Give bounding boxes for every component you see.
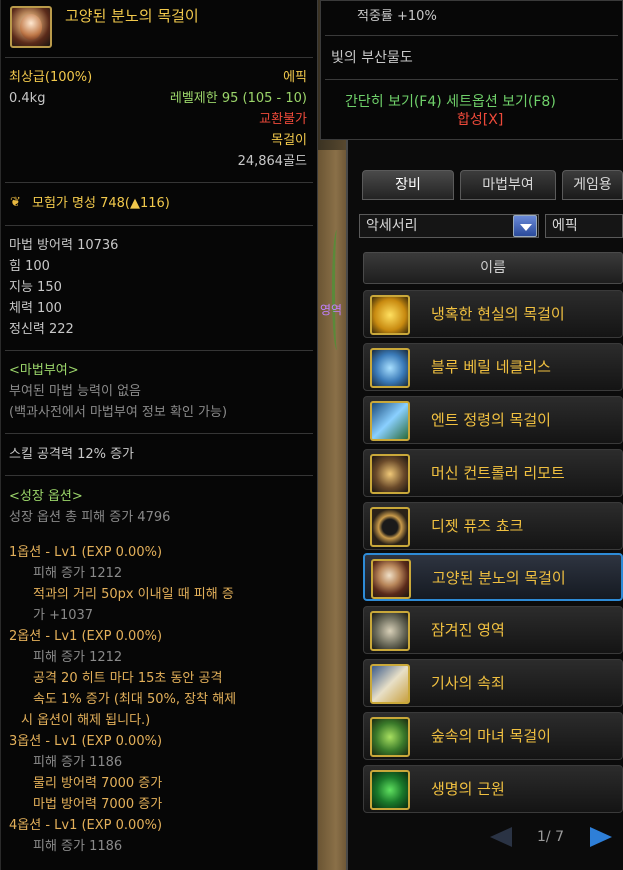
enchant-header: <마법부여>: [9, 363, 79, 378]
stat-line: 마법 방어력 10736: [9, 238, 119, 253]
option-1-line: 피해 증가 1212: [33, 566, 123, 581]
item-slot: 목걸이: [271, 133, 307, 148]
stat-line: 정신력 222: [9, 322, 74, 337]
page-indicator: 1/ 7: [537, 829, 564, 845]
stat-line: 지능 150: [9, 280, 62, 295]
adventurer-fame: 모험가 명성 748(▲116): [32, 196, 170, 211]
item-label: 엔트 정령의 목걸이: [431, 411, 551, 429]
list-item[interactable]: 숲속의 마녀 목걸이: [363, 712, 623, 760]
divider: [5, 433, 313, 434]
enchant-none: 부여된 마법 능력이 없음: [9, 384, 141, 399]
item-label: 냉혹한 현실의 목걸이: [431, 305, 565, 323]
level-requirement: 레벨제한 95 (105 - 10): [169, 91, 307, 106]
item-label: 블루 베릴 네클리스: [431, 358, 551, 376]
next-page-icon[interactable]: [590, 827, 612, 847]
item-label: 고양된 분노의 목걸이: [432, 569, 566, 587]
blue-gem-icon: [370, 348, 410, 388]
option-4-title: 4옵션 - Lv1 (EXP 0.00%): [9, 818, 163, 833]
item-label: 잠겨진 영역: [431, 621, 505, 639]
category-dropdown-value: 악세서리: [366, 218, 418, 234]
item-grade: 최상급(100%): [9, 70, 93, 85]
rage-necklace-icon: [371, 559, 411, 599]
grinning-necklace-icon: [370, 295, 410, 335]
option-1-line: 가 +1037: [33, 608, 94, 623]
rarity-dropdown-value: 에픽: [552, 218, 578, 234]
merge-link[interactable]: 합성[X]: [457, 112, 503, 128]
knight-icon: [370, 664, 410, 704]
growth-header: <성장 옵션>: [9, 489, 83, 504]
option-2-line: 속도 1% 증가 (최대 50%, 장착 해제: [33, 692, 237, 707]
item-price: 24,864골드: [237, 154, 307, 169]
choker-icon: [370, 507, 410, 547]
option-2-line: 공격 20 히트 마다 15초 동안 공격: [33, 671, 223, 686]
list-item[interactable]: 잠겨진 영역: [363, 606, 623, 654]
list-item-selected[interactable]: 고양된 분노의 목걸이: [363, 553, 623, 601]
remote-controller-icon: [370, 454, 410, 494]
item-label: 머신 컨트롤러 리모트: [431, 464, 565, 482]
scene-area-tag: 영역: [320, 303, 343, 317]
rage-necklace-icon: [10, 6, 52, 48]
divider: [5, 475, 313, 476]
growth-total: 성장 옵션 총 피해 증가 4796: [9, 510, 171, 525]
item-label: 디젯 퓨즈 쵸크: [431, 517, 524, 535]
option-1-title: 1옵션 - Lv1 (EXP 0.00%): [9, 545, 163, 560]
rarity-dropdown[interactable]: 에픽: [545, 214, 623, 238]
prev-page-icon[interactable]: [490, 827, 512, 847]
enchant-hint: (백과사전에서 마법부여 정보 확인 가능): [9, 405, 228, 420]
tab-enchant[interactable]: 마법부여: [460, 170, 556, 200]
option-3-line: 마법 방어력 7000 증가: [33, 797, 163, 812]
option-2-line: 피해 증가 1212: [33, 650, 123, 665]
item-label: 숲속의 마녀 목걸이: [431, 727, 551, 745]
item-label: 생명의 근원: [431, 780, 505, 798]
fame-icon: ❦: [10, 195, 21, 210]
locked-area-icon: [370, 611, 410, 651]
vine: [332, 230, 342, 350]
item-weight: 0.4kg: [9, 91, 46, 106]
set-name: 빛의 부산물도: [331, 50, 413, 66]
skill-bonus: 스킬 공격력 12% 증가: [9, 447, 135, 462]
spirit-necklace-icon: [370, 401, 410, 441]
accuracy-stat: 적중률 +10%: [357, 9, 437, 24]
option-2-title: 2옵션 - Lv1 (EXP 0.00%): [9, 629, 163, 644]
chevron-down-icon[interactable]: [513, 215, 537, 237]
divider: [5, 225, 313, 226]
option-1-line: 적과의 거리 50px 이내일 때 피해 증: [33, 587, 234, 602]
divider: [5, 350, 313, 351]
list-item[interactable]: 디젯 퓨즈 쵸크: [363, 502, 623, 550]
stat-line: 힘 100: [9, 259, 50, 274]
option-4-line: 피해 증가 1186: [33, 839, 123, 854]
witch-necklace-icon: [370, 717, 410, 757]
option-3-title: 3옵션 - Lv1 (EXP 0.00%): [9, 734, 163, 749]
option-3-line: 피해 증가 1186: [33, 755, 123, 770]
list-item[interactable]: 냉혹한 현실의 목걸이: [363, 290, 623, 338]
trade-restriction: 교환불가: [259, 112, 307, 127]
list-item[interactable]: 엔트 정령의 목걸이: [363, 396, 623, 444]
list-item[interactable]: 생명의 근원: [363, 765, 623, 813]
item-tooltip: 고양된 분노의 목걸이 최상급(100%) 에픽 0.4kg 레벨제한 95 (…: [0, 0, 318, 870]
divider: [325, 35, 618, 36]
divider: [5, 57, 313, 58]
option-3-line: 물리 방어력 7000 증가: [33, 776, 163, 791]
item-name: 고양된 분노의 목걸이: [65, 7, 199, 25]
green-gem-icon: [370, 770, 410, 810]
view-shortcuts-link[interactable]: 간단히 보기(F4) 세트옵션 보기(F8): [345, 94, 556, 110]
column-header-name[interactable]: 이름: [363, 252, 623, 284]
category-dropdown[interactable]: 악세서리: [359, 214, 539, 238]
divider: [325, 79, 618, 80]
stat-line: 체력 100: [9, 301, 62, 316]
set-tooltip: 적중률 +10% 빛의 부산물도 간단히 보기(F4) 세트옵션 보기(F8) …: [320, 0, 623, 140]
tab-game[interactable]: 게임용: [562, 170, 623, 200]
list-item[interactable]: 기사의 속죄: [363, 659, 623, 707]
item-label: 기사의 속죄: [431, 674, 505, 692]
list-item[interactable]: 머신 컨트롤러 리모트: [363, 449, 623, 497]
list-item[interactable]: 블루 베릴 네클리스: [363, 343, 623, 391]
option-2-line: 시 옵션이 해제 됩니다.): [21, 713, 151, 728]
item-rarity: 에픽: [283, 70, 307, 85]
tab-equipment[interactable]: 장비: [362, 170, 454, 200]
divider: [5, 182, 313, 183]
